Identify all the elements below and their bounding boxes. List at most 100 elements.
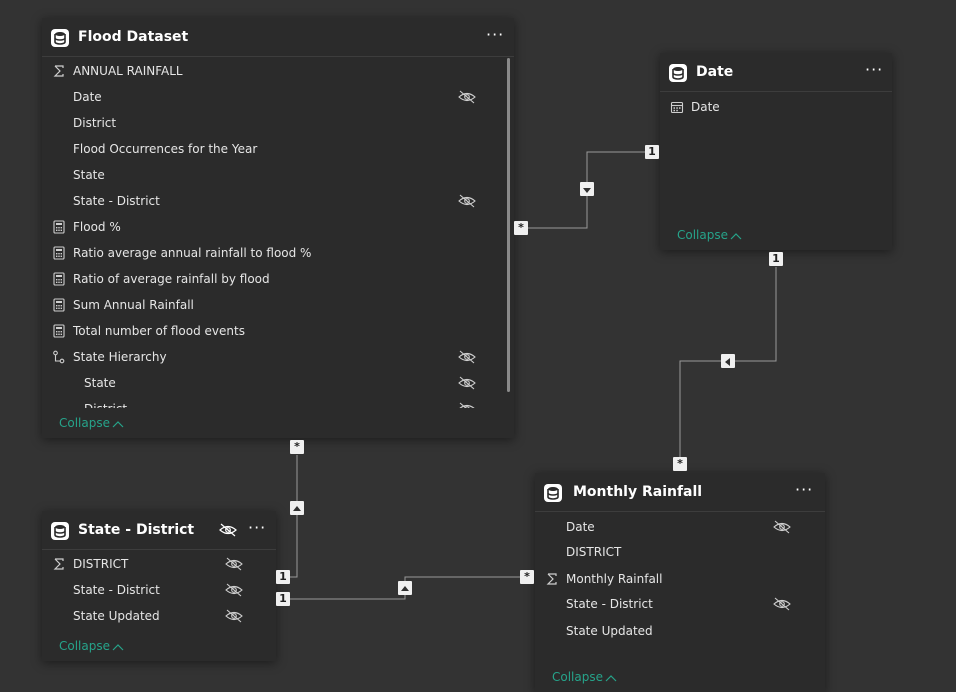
filter-direction-up-icon[interactable] — [398, 581, 412, 595]
calculator-icon — [53, 324, 65, 338]
field-label: Flood % — [73, 220, 121, 234]
calculator-icon — [53, 246, 65, 260]
field-row[interactable]: State — [42, 370, 506, 396]
hidden-eye-icon[interactable] — [773, 597, 791, 611]
hidden-eye-icon[interactable] — [458, 350, 476, 364]
filter-direction-down-icon[interactable] — [580, 182, 594, 196]
more-options-button[interactable]: ··· — [865, 53, 883, 87]
chevron-up-icon — [605, 674, 617, 681]
field-row[interactable]: ANNUAL RAINFALL — [42, 58, 506, 84]
field-row[interactable]: State - District — [42, 188, 506, 214]
hidden-eye-icon[interactable] — [773, 520, 791, 534]
chevron-up-icon — [112, 643, 124, 650]
one-cardinality-badge[interactable]: 1 — [769, 252, 783, 266]
date-table[interactable]: Date ··· Date Collapse — [660, 53, 892, 250]
field-label: State Updated — [566, 624, 653, 638]
hidden-eye-icon[interactable] — [225, 609, 243, 623]
more-options-button[interactable]: ··· — [486, 18, 504, 52]
calculator-icon — [53, 272, 65, 286]
field-list[interactable]: ANNUAL RAINFALL Date District Flood Occu… — [42, 58, 506, 408]
field-row[interactable]: State - District — [535, 591, 825, 617]
many-cardinality-badge[interactable]: * — [514, 221, 528, 235]
field-row[interactable]: Monthly Rainfall — [535, 566, 825, 592]
field-label: State - District — [73, 194, 160, 208]
field-row[interactable]: Flood % — [42, 214, 506, 240]
field-label: DISTRICT — [566, 545, 622, 559]
database-icon — [669, 64, 687, 82]
table-title: Date — [696, 64, 734, 80]
sigma-icon — [53, 558, 64, 570]
field-label: State Hierarchy — [73, 350, 167, 364]
state-district-header[interactable]: State - District ··· — [42, 511, 276, 550]
many-cardinality-badge[interactable]: * — [290, 440, 304, 454]
monthly-rainfall-header[interactable]: Monthly Rainfall ··· — [535, 473, 825, 512]
field-row[interactable]: State - District — [42, 577, 276, 603]
hidden-eye-icon[interactable] — [225, 557, 243, 571]
field-label: ANNUAL RAINFALL — [73, 64, 183, 78]
one-cardinality-badge[interactable]: 1 — [276, 570, 290, 584]
state-district-table[interactable]: State - District ··· DISTRICT State - Di… — [42, 511, 276, 661]
calendar-icon — [670, 101, 684, 114]
field-label: Monthly Rainfall — [566, 572, 663, 586]
one-cardinality-badge[interactable]: 1 — [276, 592, 290, 606]
field-label: Date — [566, 520, 595, 534]
field-row[interactable]: Flood Occurrences for the Year — [42, 136, 506, 162]
field-label: Date — [691, 100, 720, 114]
table-title: Monthly Rainfall — [573, 484, 703, 500]
field-row[interactable]: Ratio of average rainfall by flood — [42, 266, 506, 292]
field-row[interactable]: DISTRICT — [42, 551, 276, 577]
date-header[interactable]: Date ··· — [660, 53, 892, 92]
collapse-button[interactable]: Collapse — [677, 228, 742, 242]
table-title: State - District — [78, 522, 195, 538]
field-row[interactable]: Date — [535, 514, 825, 540]
field-label: Flood Occurrences for the Year — [73, 142, 258, 156]
table-title: Flood Dataset — [78, 29, 189, 45]
flood-dataset-header[interactable]: Flood Dataset ··· — [42, 18, 514, 57]
collapse-button[interactable]: Collapse — [59, 639, 124, 653]
field-label: State - District — [566, 597, 653, 611]
field-row[interactable]: DISTRICT — [535, 539, 825, 565]
collapse-label: Collapse — [552, 670, 603, 684]
collapse-label: Collapse — [59, 639, 110, 653]
calculator-icon — [53, 298, 65, 312]
field-label: Total number of flood events — [73, 324, 245, 338]
hidden-eye-icon[interactable] — [458, 376, 476, 390]
field-row[interactable]: Date — [660, 94, 892, 120]
field-row[interactable]: District — [42, 110, 506, 136]
field-row[interactable]: State Updated — [42, 603, 276, 629]
field-row[interactable]: District — [42, 396, 506, 408]
hidden-eye-icon[interactable] — [458, 90, 476, 104]
field-label: District — [73, 116, 117, 130]
sigma-icon — [546, 573, 557, 585]
field-row[interactable]: Sum Annual Rainfall — [42, 292, 506, 318]
field-row[interactable]: Date — [42, 84, 506, 110]
hidden-eye-icon[interactable] — [225, 583, 243, 597]
scrollbar[interactable] — [507, 58, 510, 392]
collapse-button[interactable]: Collapse — [552, 670, 617, 684]
calculator-icon — [53, 220, 65, 234]
collapse-button[interactable]: Collapse — [59, 416, 124, 430]
one-cardinality-badge[interactable]: 1 — [645, 145, 659, 159]
many-cardinality-badge[interactable]: * — [520, 570, 534, 584]
field-label: Date — [73, 90, 102, 104]
field-row[interactable]: State Hierarchy — [42, 344, 506, 370]
more-options-button[interactable]: ··· — [795, 473, 813, 507]
monthly-rainfall-table[interactable]: Monthly Rainfall ··· Date DISTRICT Month… — [535, 473, 825, 692]
field-label: Ratio of average rainfall by flood — [73, 272, 270, 286]
flood-dataset-table[interactable]: Flood Dataset ··· ANNUAL RAINFALL Date D… — [42, 18, 514, 438]
field-label: Sum Annual Rainfall — [73, 298, 194, 312]
field-row[interactable]: State Updated — [535, 618, 825, 644]
field-row[interactable]: Ratio average annual rainfall to flood % — [42, 240, 506, 266]
more-options-button[interactable]: ··· — [248, 511, 266, 545]
many-cardinality-badge[interactable]: * — [673, 457, 687, 471]
hidden-eye-icon[interactable] — [219, 523, 237, 537]
hidden-eye-icon[interactable] — [458, 194, 476, 208]
field-row[interactable]: State — [42, 162, 506, 188]
database-icon — [51, 522, 69, 540]
field-row[interactable]: Total number of flood events — [42, 318, 506, 344]
hidden-eye-icon[interactable] — [458, 402, 476, 408]
filter-direction-up-icon[interactable] — [290, 501, 304, 515]
database-icon — [544, 484, 562, 502]
sigma-icon — [53, 65, 64, 77]
filter-direction-left-icon[interactable] — [721, 354, 735, 368]
